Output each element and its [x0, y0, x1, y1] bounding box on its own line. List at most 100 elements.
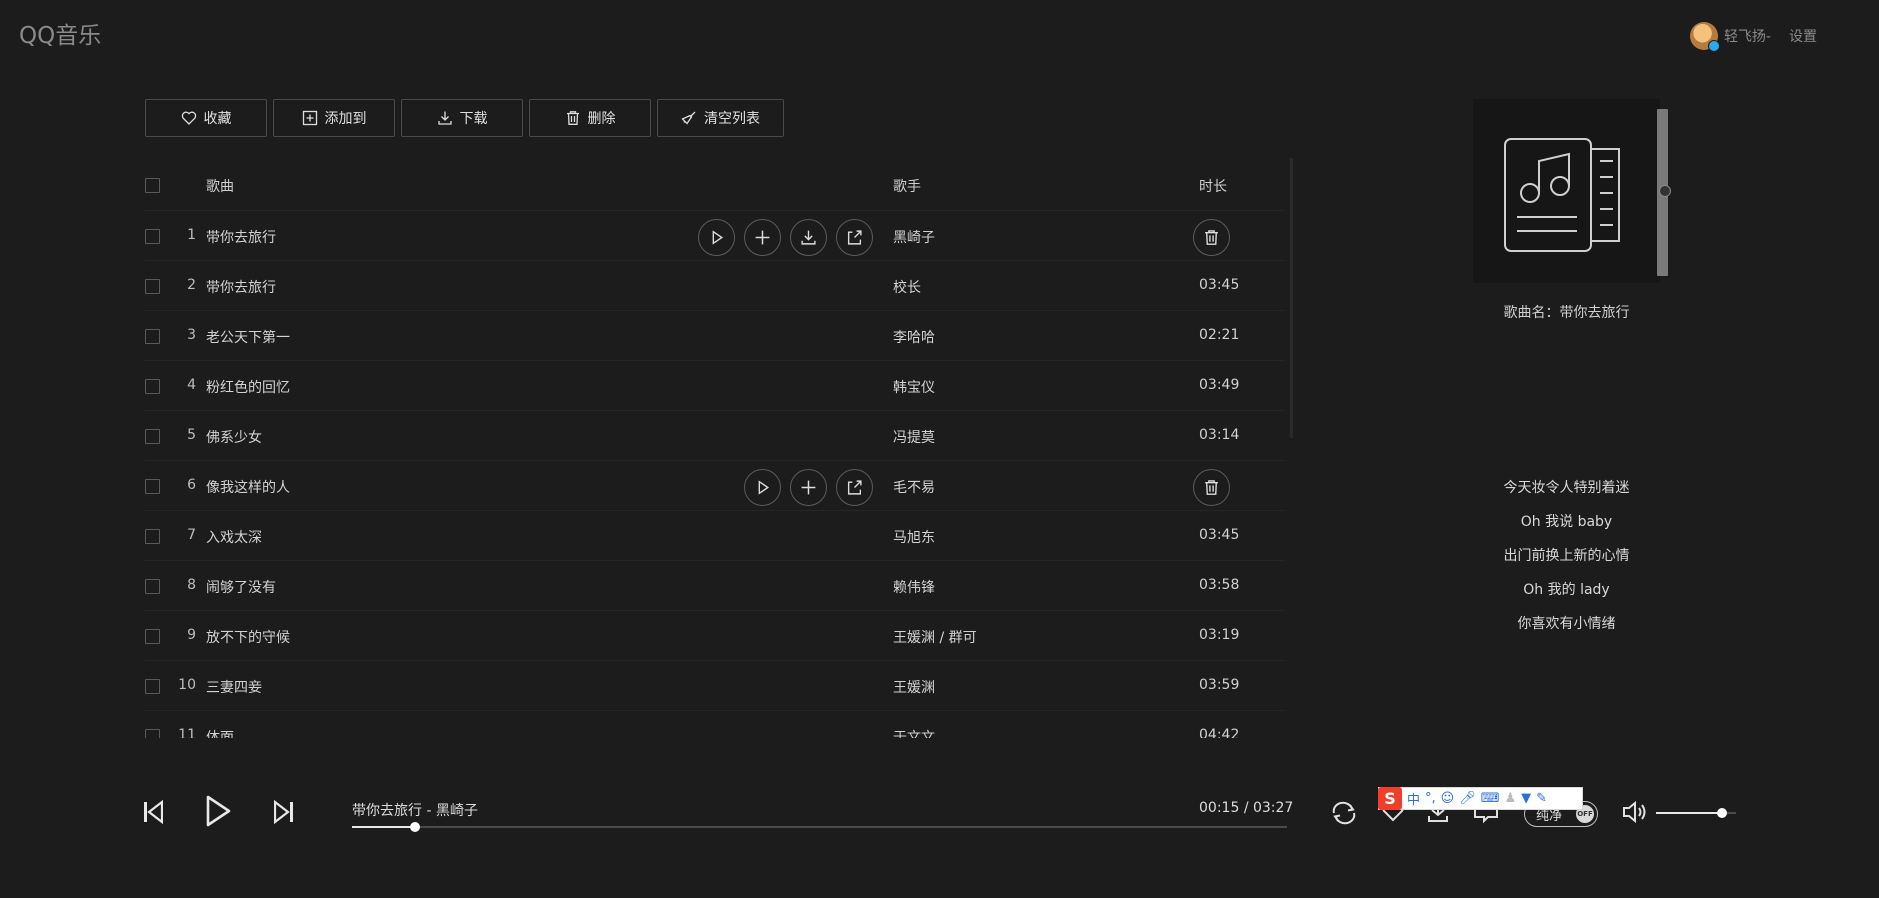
play-pause-button[interactable] — [205, 795, 231, 827]
table-row[interactable]: 7 入戏太深 马旭东 03:45 — [145, 511, 1285, 561]
emoji-icon[interactable]: ☺ — [1441, 791, 1455, 806]
volume-slider[interactable] — [1656, 808, 1736, 818]
song-title[interactable]: 佛系少女 — [206, 427, 262, 447]
next-button[interactable] — [274, 800, 294, 824]
row-index: 9 — [187, 627, 196, 643]
song-duration: 03:59 — [1199, 677, 1240, 693]
song-title[interactable]: 闹够了没有 — [206, 577, 276, 597]
download-label: 下载 — [459, 111, 488, 127]
list-scrollbar[interactable] — [1290, 158, 1293, 438]
qq-music-page: QQ音乐 轻飞扬- 设置 收藏 添加到 下载 删除 清空列表 歌曲 歌手 时长 … — [0, 0, 1879, 898]
row-checkbox[interactable] — [145, 579, 160, 594]
ime-toolbar: S 中 °, ☺ 🎤︎ ⌨ ♟ ▼ ✎ — [1378, 787, 1583, 810]
row-checkbox[interactable] — [145, 529, 160, 544]
singer-name[interactable]: 李哈哈 — [893, 327, 935, 347]
add-button[interactable] — [790, 469, 827, 506]
username[interactable]: 轻飞扬- — [1724, 26, 1771, 46]
row-index: 1 — [187, 227, 196, 243]
row-checkbox[interactable] — [145, 279, 160, 294]
row-checkbox[interactable] — [145, 729, 160, 738]
share-button[interactable] — [836, 469, 873, 506]
row-checkbox[interactable] — [145, 429, 160, 444]
row-checkbox[interactable] — [145, 229, 160, 244]
table-row[interactable]: 9 放不下的守候 王媛渊 / 群可 03:19 — [145, 611, 1285, 661]
song-title[interactable]: 放不下的守候 — [206, 627, 290, 647]
song-title[interactable]: 带你去旅行 — [206, 227, 276, 247]
row-checkbox[interactable] — [145, 379, 160, 394]
avatar[interactable] — [1689, 22, 1720, 52]
share-button[interactable] — [836, 219, 873, 256]
singer-name[interactable]: 校长 — [893, 277, 921, 297]
table-row[interactable]: 3 老公天下第一 李哈哈 02:21 — [145, 311, 1285, 361]
select-all-checkbox[interactable] — [145, 178, 160, 193]
lyrics-panel: 今天妆令人特别着迷 Oh 我说 baby 出门前换上新的心情 Oh 我的 lad… — [1473, 471, 1660, 641]
table-row[interactable]: 11 体面 于文文 04:42 — [145, 711, 1285, 738]
play-button[interactable] — [698, 219, 735, 256]
song-title[interactable]: 入戏太深 — [206, 527, 262, 547]
app-logo: QQ音乐 — [19, 23, 102, 49]
song-title[interactable]: 带你去旅行 — [206, 277, 276, 297]
table-row[interactable]: 5 佛系少女 冯提莫 03:14 — [145, 411, 1285, 461]
song-title[interactable]: 体面 — [206, 727, 234, 738]
previous-button[interactable] — [143, 800, 163, 824]
song-title[interactable]: 像我这样的人 — [206, 477, 290, 497]
loop-mode-icon[interactable] — [1330, 800, 1358, 826]
table-row[interactable]: 10 三妻四妾 王媛渊 03:59 — [145, 661, 1285, 711]
row-checkbox[interactable] — [145, 479, 160, 494]
singer-name[interactable]: 王媛渊 / 群可 — [893, 627, 977, 647]
share-icon — [847, 480, 862, 495]
song-title[interactable]: 三妻四妾 — [206, 677, 262, 697]
ime-mode[interactable]: 中 — [1407, 789, 1420, 808]
row-actions — [698, 219, 873, 256]
singer-name[interactable]: 马旭东 — [893, 527, 935, 547]
settings-link[interactable]: 设置 — [1789, 26, 1817, 46]
song-duration: 03:19 — [1199, 627, 1240, 643]
row-actions — [744, 469, 873, 506]
singer-name[interactable]: 于文文 — [893, 727, 935, 738]
delete-song-button[interactable] — [1193, 219, 1230, 256]
delete-button[interactable]: 删除 — [529, 99, 651, 137]
singer-name[interactable]: 韩宝仪 — [893, 377, 935, 397]
ime-punctuation[interactable]: °, — [1425, 791, 1436, 806]
sogou-logo[interactable]: S — [1378, 787, 1402, 810]
table-row[interactable]: 2 带你去旅行 校长 03:45 — [145, 261, 1285, 311]
microphone-icon[interactable]: 🎤︎ — [1459, 791, 1476, 806]
row-checkbox[interactable] — [145, 629, 160, 644]
clear-list-button[interactable]: 清空列表 — [657, 99, 784, 137]
play-button[interactable] — [744, 469, 781, 506]
row-checkbox[interactable] — [145, 329, 160, 344]
table-row[interactable]: 1 带你去旅行 黑崎子 — [145, 211, 1285, 261]
download-button[interactable]: 下载 — [401, 99, 523, 137]
delete-song-button[interactable] — [1193, 469, 1230, 506]
skin-icon[interactable]: ▼ — [1521, 791, 1531, 806]
row-checkbox[interactable] — [145, 679, 160, 694]
singer-name[interactable]: 毛不易 — [893, 477, 935, 497]
song-title[interactable]: 粉红色的回忆 — [206, 377, 290, 397]
table-row[interactable]: 4 粉红色的回忆 韩宝仪 03:49 — [145, 361, 1285, 411]
table-row[interactable]: 6 像我这样的人 毛不易 — [145, 461, 1285, 511]
singer-name[interactable]: 赖伟锋 — [893, 577, 935, 597]
total-time: 03:27 — [1252, 800, 1294, 816]
favorite-button[interactable]: 收藏 — [145, 99, 267, 137]
user-icon[interactable]: ♟ — [1505, 791, 1517, 806]
download-song-button[interactable] — [790, 219, 827, 256]
table-row[interactable]: 8 闹够了没有 赖伟锋 03:58 — [145, 561, 1285, 611]
song-title[interactable]: 老公天下第一 — [206, 327, 290, 347]
row-index: 6 — [187, 477, 196, 493]
play-icon — [758, 480, 770, 495]
song-duration: 03:45 — [1199, 277, 1240, 293]
volume-handle[interactable] — [1716, 808, 1727, 818]
add-button[interactable] — [744, 219, 781, 256]
plus-icon — [755, 230, 770, 245]
progress-handle[interactable] — [409, 822, 420, 832]
add-to-button[interactable]: 添加到 — [273, 99, 395, 137]
singer-name[interactable]: 王媛渊 — [893, 677, 935, 697]
singer-name[interactable]: 冯提莫 — [893, 427, 935, 447]
heart-icon — [181, 111, 196, 125]
keyboard-icon[interactable]: ⌨ — [1481, 791, 1500, 806]
wrench-icon[interactable]: ✎ — [1536, 791, 1547, 806]
volume-icon[interactable] — [1622, 800, 1648, 824]
progress-bar[interactable] — [352, 822, 1287, 832]
trash-icon — [566, 111, 579, 125]
singer-name[interactable]: 黑崎子 — [893, 227, 935, 247]
